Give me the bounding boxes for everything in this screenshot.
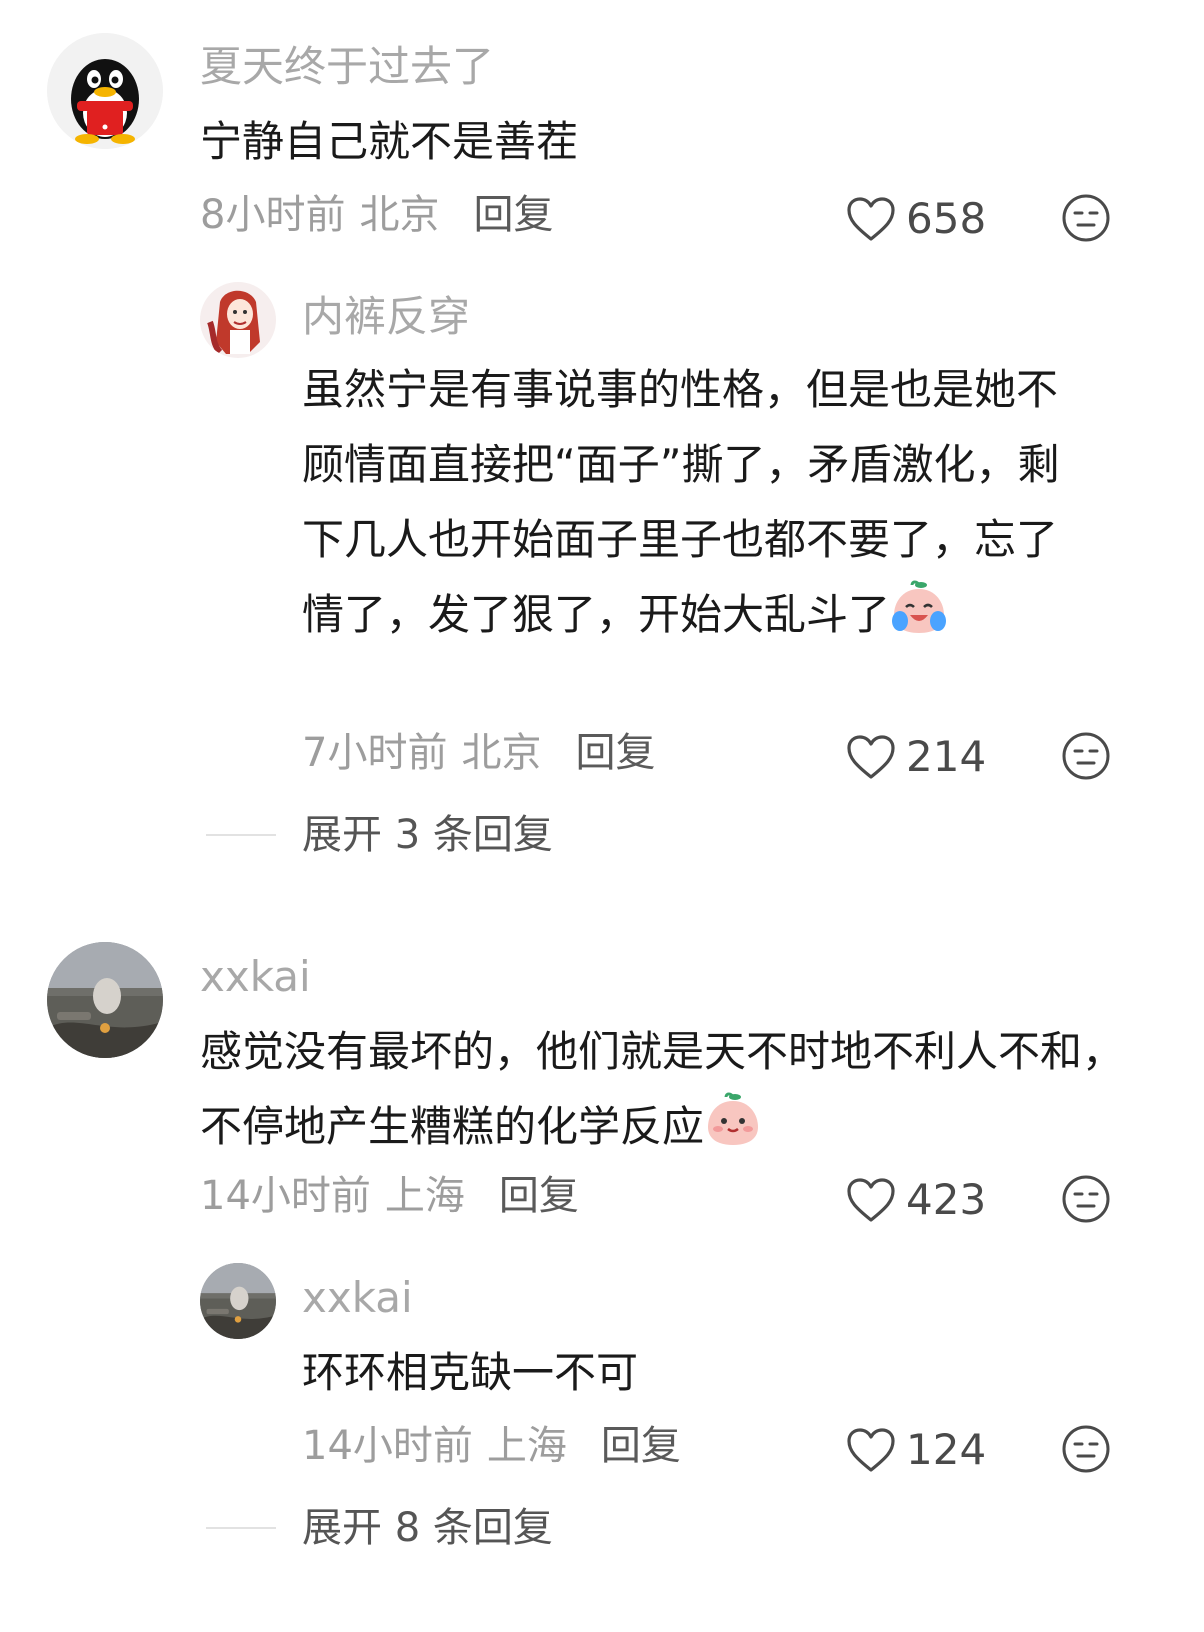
- blushing-peach-emoji-icon: [704, 1091, 762, 1149]
- username[interactable]: xxkai: [200, 956, 311, 998]
- like-count: 423: [906, 1175, 987, 1224]
- user-avatar[interactable]: [47, 33, 163, 149]
- comment-meta: 7小时前 北京 回复: [302, 733, 655, 773]
- anime-girl-avatar-icon: [200, 282, 276, 358]
- neutral-face-icon: [1062, 732, 1110, 780]
- username[interactable]: 内裤反穿: [302, 296, 470, 338]
- comment-time: 8小时前: [200, 192, 346, 238]
- comment-meta: 14小时前 上海 回复: [302, 1426, 681, 1466]
- heart-icon: [847, 197, 895, 241]
- expand-replies-button[interactable]: 展开 8 条回复: [206, 1508, 553, 1548]
- comment-location: 北京: [359, 192, 440, 238]
- username[interactable]: xxkai: [302, 1277, 413, 1319]
- user-avatar[interactable]: [200, 282, 276, 358]
- user-avatar[interactable]: [47, 942, 163, 1058]
- comment-location: 上海: [486, 1423, 567, 1469]
- heart-icon: [847, 1178, 895, 1222]
- like-count: 214: [906, 732, 987, 781]
- divider-line: [206, 834, 276, 836]
- dislike-button[interactable]: [1061, 1174, 1111, 1224]
- comment-text: 宁静自己就不是善茬: [200, 117, 579, 166]
- comment-time: 7小时前: [302, 730, 448, 776]
- like-count: 124: [906, 1425, 987, 1474]
- like-count: 658: [906, 194, 987, 243]
- neutral-face-icon: [1062, 1425, 1110, 1473]
- like-button[interactable]: 124: [846, 1427, 986, 1473]
- reply-button[interactable]: 回复: [499, 1176, 579, 1216]
- comment-text: 感觉没有最坏的，他们就是天不时地不利人不和，不停地产生糟糕的化学反应: [200, 1014, 1140, 1164]
- reply-button[interactable]: 回复: [473, 195, 553, 235]
- comment-meta: 14小时前 上海 回复: [200, 1176, 579, 1216]
- heart-icon: [847, 1428, 895, 1472]
- crying-laughing-peach-emoji-icon: [890, 579, 948, 637]
- like-button[interactable]: 658: [846, 196, 986, 242]
- comment-location: 北京: [461, 730, 542, 776]
- expand-replies-label: 展开 3 条回复: [302, 812, 553, 858]
- divider-line: [206, 1527, 276, 1529]
- dislike-button[interactable]: [1061, 193, 1111, 243]
- dislike-button[interactable]: [1061, 1424, 1111, 1474]
- landscape-photo-avatar-icon: [47, 942, 163, 1058]
- like-button[interactable]: 214: [846, 734, 986, 780]
- comment-meta: 8小时前 北京 回复: [200, 195, 553, 235]
- neutral-face-icon: [1062, 194, 1110, 242]
- like-button[interactable]: 423: [846, 1177, 986, 1223]
- heart-icon: [847, 735, 895, 779]
- comment-location: 上海: [384, 1173, 465, 1219]
- expand-replies-label: 展开 8 条回复: [302, 1505, 553, 1551]
- comment-time: 14小时前: [302, 1423, 473, 1469]
- comment-text: 虽然宁是有事说事的性格，但是也是她不顾情面直接把“面子”撕了，矛盾激化，剩下几人…: [302, 352, 1092, 652]
- expand-replies-button[interactable]: 展开 3 条回复: [206, 815, 553, 855]
- comment-time: 14小时前: [200, 1173, 371, 1219]
- dislike-button[interactable]: [1061, 731, 1111, 781]
- username[interactable]: 夏天终于过去了: [200, 46, 494, 88]
- landscape-photo-avatar-icon: [200, 1263, 276, 1339]
- comment-text-body: 感觉没有最坏的，他们就是天不时地不利人不和，不停地产生糟糕的化学反应: [200, 1027, 1125, 1151]
- reply-button[interactable]: 回复: [575, 733, 655, 773]
- user-avatar[interactable]: [200, 1263, 276, 1339]
- neutral-face-icon: [1062, 1175, 1110, 1223]
- comment-text: 环环相克缺一不可: [302, 1348, 639, 1397]
- reply-button[interactable]: 回复: [601, 1426, 681, 1466]
- qq-penguin-avatar-icon: [47, 33, 163, 149]
